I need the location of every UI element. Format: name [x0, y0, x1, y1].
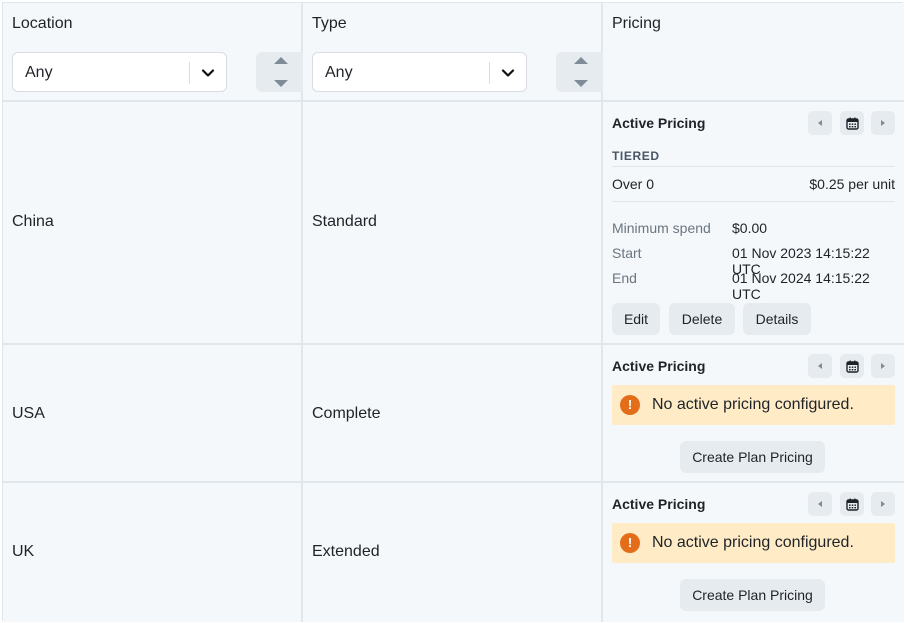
header-pricing: Pricing: [603, 3, 904, 102]
tier-row: Over 0 $0.25 per unit: [612, 176, 895, 194]
end-value: 01 Nov 2024 14:15:22 UTC: [732, 270, 870, 302]
pricing-title: Active Pricing: [612, 358, 706, 374]
sort-up-down-icon: [574, 57, 588, 87]
triangle-left-icon: [818, 120, 822, 126]
start-row: Start 01 Nov 2023 14:15:22 UTC: [612, 245, 895, 277]
column-title-pricing: Pricing: [612, 15, 661, 32]
exclamation-circle-icon: !: [620, 395, 640, 415]
type-filter-row: Any: [312, 52, 606, 92]
previous-pricing-button[interactable]: [808, 354, 832, 378]
edit-button[interactable]: Edit: [612, 303, 660, 335]
triangle-left-icon: [818, 501, 822, 507]
previous-pricing-button[interactable]: [808, 492, 832, 516]
calendar-icon: [845, 360, 859, 373]
pricing-table: Location Any Type Any Pricing China Stan…: [2, 2, 904, 622]
header-location: Location Any: [3, 3, 306, 102]
end-row: End 01 Nov 2024 14:15:22 UTC: [612, 270, 895, 302]
location-value: China: [12, 213, 54, 230]
no-pricing-warning: ! No active pricing configured.: [612, 385, 895, 425]
previous-pricing-button[interactable]: [808, 111, 832, 135]
tier-price: $0.25 per unit: [809, 176, 895, 192]
minimum-spend-label: Minimum spend: [612, 220, 711, 236]
select-divider: [489, 62, 490, 84]
calendar-button[interactable]: [840, 354, 864, 378]
column-title-type: Type: [312, 15, 347, 32]
chevron-down-icon: [501, 69, 515, 77]
calendar-icon: [845, 117, 859, 130]
divider: [612, 201, 895, 202]
calendar-button[interactable]: [840, 111, 864, 135]
start-label: Start: [612, 245, 642, 261]
next-pricing-button[interactable]: [871, 492, 895, 516]
table-cell-location: China: [3, 102, 303, 345]
create-plan-pricing-button[interactable]: Create Plan Pricing: [680, 579, 825, 611]
pricing-header: Active Pricing: [612, 354, 895, 378]
location-filter-select[interactable]: Any: [12, 52, 227, 92]
sort-up-down-icon: [274, 57, 288, 87]
triangle-right-icon: [881, 501, 885, 507]
details-button[interactable]: Details: [743, 303, 811, 335]
table-cell-location: USA: [3, 345, 303, 483]
next-pricing-button[interactable]: [871, 111, 895, 135]
minimum-spend-value: $0.00: [732, 220, 768, 236]
pricing-title: Active Pricing: [612, 115, 706, 131]
chevron-down-icon: [201, 69, 215, 77]
table-cell-location: UK: [3, 483, 303, 622]
tier-label: Over 0: [612, 176, 655, 192]
location-filter-value: Any: [25, 64, 53, 81]
next-pricing-button[interactable]: [871, 354, 895, 378]
no-pricing-warning: ! No active pricing configured.: [612, 523, 895, 563]
location-sort-button[interactable]: [256, 52, 306, 92]
triangle-right-icon: [881, 120, 885, 126]
table-cell-type: Standard: [303, 102, 603, 345]
calendar-icon: [845, 498, 859, 511]
minimum-spend-row: Minimum spend $0.00: [612, 220, 895, 238]
delete-button[interactable]: Delete: [669, 303, 735, 335]
type-sort-button[interactable]: [556, 52, 606, 92]
header-type: Type Any: [303, 3, 606, 102]
select-divider: [189, 62, 190, 84]
type-value: Complete: [312, 405, 381, 422]
warning-text: No active pricing configured.: [652, 534, 854, 551]
location-value: UK: [12, 543, 35, 560]
pricing-header: Active Pricing: [612, 111, 895, 135]
location-value: USA: [12, 405, 45, 422]
type-filter-value: Any: [325, 64, 353, 81]
triangle-left-icon: [818, 363, 822, 369]
divider: [612, 166, 895, 167]
type-filter-select[interactable]: Any: [312, 52, 527, 92]
pricing-title: Active Pricing: [612, 496, 706, 512]
type-value: Standard: [312, 213, 377, 230]
type-value: Extended: [312, 543, 380, 560]
create-plan-pricing-button[interactable]: Create Plan Pricing: [680, 441, 825, 473]
column-title-location: Location: [12, 15, 73, 32]
calendar-button[interactable]: [840, 492, 864, 516]
end-label: End: [612, 270, 637, 286]
table-cell-pricing: Active Pricing TIERED Over 0 $0.25 per u…: [603, 102, 904, 345]
pricing-header: Active Pricing: [612, 492, 895, 516]
table-cell-pricing: Active Pricing ! No active pricing confi…: [603, 483, 904, 622]
table-cell-pricing: Active Pricing ! No active pricing confi…: [603, 345, 904, 483]
location-filter-row: Any: [12, 52, 306, 92]
table-cell-type: Extended: [303, 483, 603, 622]
exclamation-circle-icon: !: [620, 533, 640, 553]
pricing-model-label: TIERED: [612, 149, 660, 163]
table-cell-type: Complete: [303, 345, 603, 483]
warning-text: No active pricing configured.: [652, 396, 854, 413]
triangle-right-icon: [881, 363, 885, 369]
